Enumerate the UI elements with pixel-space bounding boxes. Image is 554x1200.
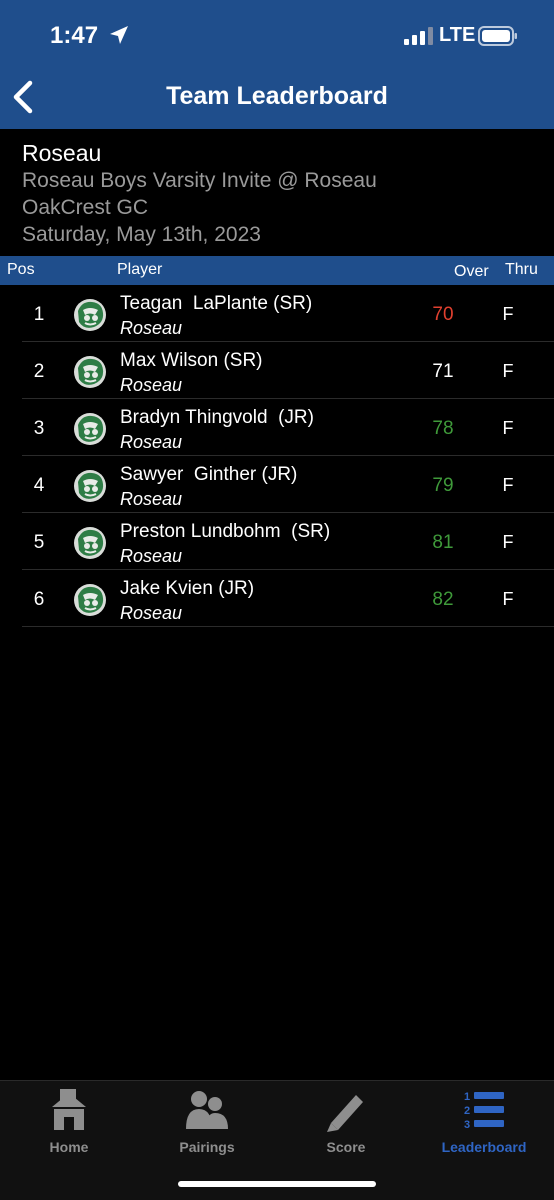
table-header: Pos Player Over Thru [0,256,554,285]
player-row[interactable]: 4 Sawyer Ginther (JR) Roseau 79 F [22,456,554,513]
player-row[interactable]: 1 Teagan LaPlante (SR) Roseau 70 F [22,285,554,342]
column-over: Over [454,263,489,280]
player-row[interactable]: 3 Bradyn Thingvold (JR) Roseau 78 F [22,399,554,456]
player-team: Roseau [120,318,183,338]
player-name: Max Wilson (SR) [120,350,263,371]
column-thru: Thru [505,261,538,278]
player-position: 3 [33,418,45,439]
player-team: Roseau [120,546,183,566]
svg-text:3: 3 [464,1119,470,1131]
player-position: 2 [33,361,45,382]
player-thru: F [502,418,514,438]
team-logo-icon [74,356,106,388]
leaderboard-list: 1 Teagan LaPlante (SR) Roseau 70 F 2 Max… [22,285,554,627]
event-info: Roseau Roseau Boys Varsity Invite @ Rose… [22,139,377,248]
player-name: Bradyn Thingvold (JR) [120,407,314,428]
player-position: 5 [33,532,45,553]
player-row[interactable]: 5 Preston Lundbohm (SR) Roseau 81 F [22,513,554,570]
player-score: 78 [432,418,454,439]
tab-leaderboard[interactable]: 1 2 3 Leaderboard [415,1087,553,1157]
team-logo-icon [74,527,106,559]
team-name: Roseau [22,140,102,166]
top-bar: 1:47 LTE Team Leaderboard [0,0,554,129]
player-row[interactable]: 6 Jake Kvien (JR) Roseau 82 F [22,570,554,627]
team-logo-icon [74,470,106,502]
pencil-icon [327,1095,363,1132]
player-thru: F [502,532,514,552]
tab-pairings[interactable]: Pairings [138,1087,276,1157]
team-logo-icon [74,413,106,445]
player-row[interactable]: 2 Max Wilson (SR) Roseau 71 F [22,342,554,399]
battery-icon [478,26,517,46]
player-name: Jake Kvien (JR) [120,578,255,599]
team-logo-icon [74,584,106,616]
column-pos: Pos [7,261,35,278]
team-logo-icon [74,299,106,331]
signal-icon [404,27,433,45]
player-team: Roseau [120,603,183,623]
player-name: Sawyer Ginther (JR) [120,464,298,485]
tab-home-label: Home [49,1139,89,1155]
column-player: Player [117,261,163,278]
player-team: Roseau [120,375,183,395]
tab-home[interactable]: Home [0,1087,138,1157]
location-arrow-icon [110,26,128,44]
player-thru: F [502,304,514,324]
home-indicator [178,1181,376,1187]
player-position: 4 [33,475,45,496]
player-score: 70 [432,304,454,325]
player-thru: F [502,475,514,495]
network-type: LTE [439,24,476,46]
svg-text:1: 1 [464,1091,470,1103]
player-name: Teagan LaPlante (SR) [120,293,313,314]
player-position: 6 [33,589,45,610]
player-name: Preston Lundbohm (SR) [120,521,331,542]
page-title: Team Leaderboard [166,82,388,110]
tab-pairings-label: Pairings [179,1139,235,1155]
svg-text:2: 2 [464,1105,470,1117]
event-name: Roseau Boys Varsity Invite @ Roseau [22,169,377,192]
player-score: 79 [432,475,454,496]
player-score: 82 [432,589,454,610]
player-score: 81 [432,532,454,553]
tab-score-label: Score [326,1139,366,1155]
event-date: Saturday, May 13th, 2023 [22,223,261,246]
player-team: Roseau [120,432,183,452]
tab-score[interactable]: Score [277,1087,415,1157]
people-icon [186,1091,228,1129]
status-time: 1:47 [50,22,99,49]
player-score: 71 [432,361,454,382]
course-name: OakCrest GC [22,196,149,219]
ranked-list-icon: 1 2 3 [464,1091,504,1131]
home-icon [52,1089,86,1130]
player-team: Roseau [120,489,183,509]
player-thru: F [502,361,514,381]
player-thru: F [502,589,514,609]
player-position: 1 [33,304,45,325]
tab-leaderboard-label: Leaderboard [441,1139,527,1155]
